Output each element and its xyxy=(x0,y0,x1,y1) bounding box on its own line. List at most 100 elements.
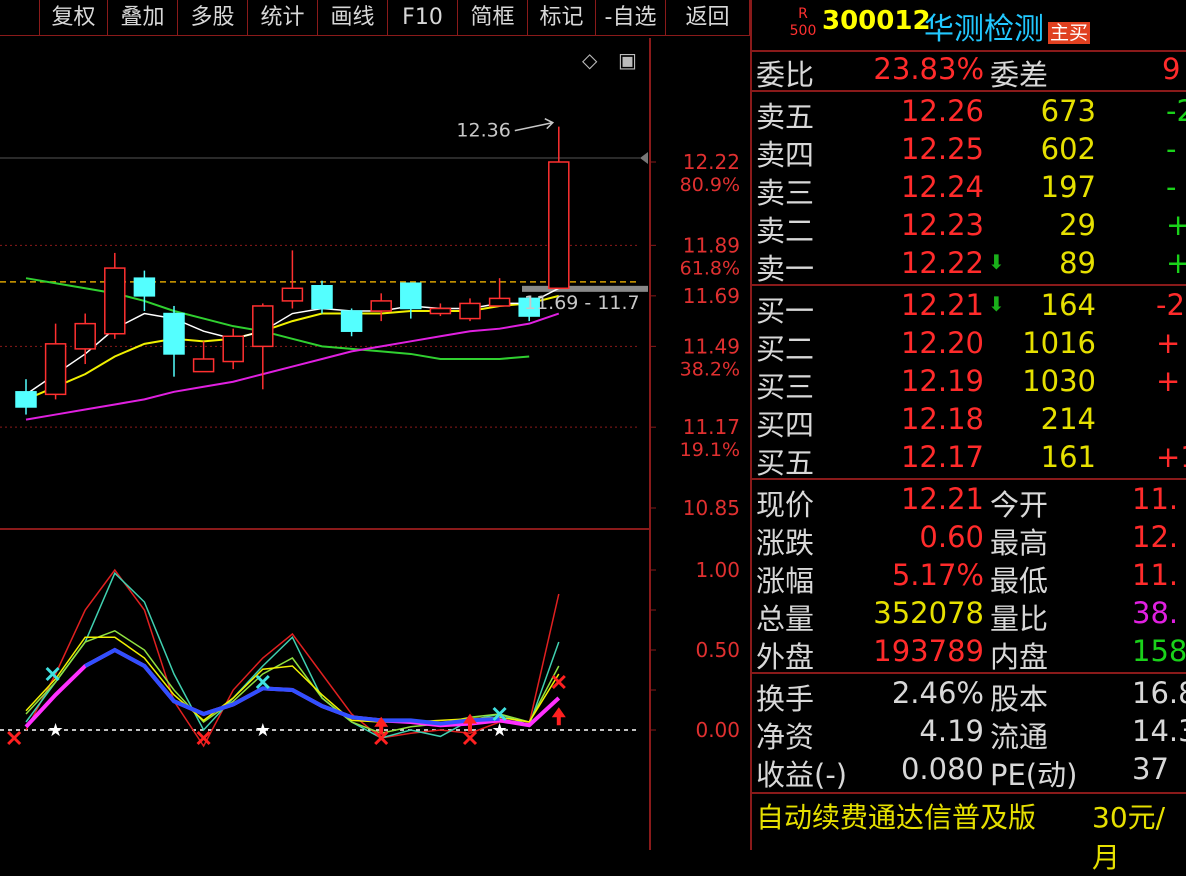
indicator-chart[interactable]: 1.00 0.50 0.00 ★ ★ ★ xyxy=(0,530,750,850)
down-arrow-icon: ⬇ xyxy=(988,292,1005,316)
stat-value: 0.080 xyxy=(900,752,984,786)
stat-value: 12.21 xyxy=(900,482,984,516)
sell-row[interactable]: 卖五 12.26 673 -2 xyxy=(752,94,1186,134)
stat-row[interactable]: 总量 352078 量比 38. xyxy=(752,596,1186,636)
sell-row[interactable]: 卖四 12.25 602 - xyxy=(752,132,1186,172)
order-volume: 197 xyxy=(1040,170,1096,204)
candle xyxy=(74,313,96,365)
candle-up xyxy=(252,305,274,348)
candle-up xyxy=(548,161,570,290)
stat-label: 现价 xyxy=(756,488,815,522)
buy-row[interactable]: 买四 12.18 214 xyxy=(752,402,1186,442)
stat-row[interactable]: 收益(-) 0.080 PE(动) 37 xyxy=(752,752,1186,792)
star-marker-icon: ★ xyxy=(255,720,271,741)
stat-row[interactable]: 现价 12.21 今开 11. xyxy=(752,482,1186,522)
chart-area[interactable]: ◇ ▣ 12.22 11.89 11.69 11.49 11.17 10.85 80.9% 6… xyxy=(0,38,750,850)
stat-label-2: 内盘 xyxy=(990,640,1049,674)
price-axis-label: 11.89 xyxy=(683,233,740,257)
price-axis-label: 11.17 xyxy=(683,415,740,439)
order-label: 卖五 xyxy=(756,100,815,134)
stat-value: 4.19 xyxy=(919,714,984,748)
stat-value-2: 12. xyxy=(1132,520,1179,554)
order-price: 12.26 xyxy=(900,94,984,128)
cross-marker-icon xyxy=(255,674,270,690)
stat-value-2: 38. xyxy=(1132,596,1179,630)
sell-row[interactable]: 卖二 12.23 29 + xyxy=(752,208,1186,248)
order-label: 卖四 xyxy=(756,138,815,172)
order-volume: 89 xyxy=(1059,246,1096,280)
divider xyxy=(752,90,1186,92)
toolbar-back-button[interactable]: 返回 xyxy=(666,0,750,36)
toolbar-jiankuang-button[interactable]: 简框 xyxy=(458,0,528,36)
fib-percent-label: 19.1% xyxy=(680,439,740,461)
candle-down xyxy=(133,277,156,297)
candle-up xyxy=(370,300,392,312)
order-price: 12.25 xyxy=(900,132,984,166)
order-label: 买三 xyxy=(756,370,815,404)
order-price: 12.17 xyxy=(900,440,984,474)
stat-row[interactable]: 外盘 193789内盘 1582 xyxy=(752,634,1186,674)
buy-row[interactable]: 买五 12.17 161 +1 xyxy=(752,440,1186,480)
stat-row[interactable]: 换手 2.46%股本 16.8 xyxy=(752,676,1186,716)
cross-marker-icon xyxy=(7,730,22,746)
order-volume: 1016 xyxy=(1022,326,1096,360)
stat-label: 涨幅 xyxy=(756,564,815,598)
renewal-ad-text[interactable]: 自动续费通达信普及版 xyxy=(756,796,1036,836)
toolbar-biaoji-button[interactable]: 标记 xyxy=(528,0,596,36)
stat-row[interactable]: 净资 4.19流通 14.3 xyxy=(752,714,1186,754)
buy-row[interactable]: 买三 12.19 1030 + xyxy=(752,364,1186,404)
kline-chart[interactable]: 12.22 11.89 11.69 11.49 11.17 10.85 80.9% 61.8%… xyxy=(0,38,750,530)
stat-label: 总量 xyxy=(756,602,815,636)
toolbar-huaxian-button[interactable]: 画线 xyxy=(318,0,388,36)
candle-up xyxy=(488,297,511,307)
main-buy-badge: 主买 xyxy=(1048,22,1091,44)
yellow-indicator-line xyxy=(25,636,560,723)
buy-row[interactable]: 买二 12.20 1016 + xyxy=(752,326,1186,366)
candle xyxy=(281,250,304,309)
quote-panel: R 500 300012 华测检测 主买 委比 23.83% 委差 9 卖五 12… xyxy=(750,0,1186,874)
stat-row[interactable]: 涨跌 0.60 最高 12. xyxy=(752,520,1186,560)
order-label: 卖二 xyxy=(756,214,815,248)
price-axis-label: 10.85 xyxy=(683,496,740,520)
candle-down xyxy=(340,310,363,332)
renewal-ad-price[interactable]: 30元/月 xyxy=(1092,796,1186,876)
divider xyxy=(752,478,1186,480)
stat-value: 193789 xyxy=(873,634,984,668)
candle xyxy=(340,308,363,337)
candle xyxy=(133,270,156,312)
stat-value-2: 14.3 xyxy=(1132,714,1186,748)
weicha-label: 委差 xyxy=(990,58,1049,92)
candle xyxy=(15,379,37,415)
order-change: -2 xyxy=(1156,288,1185,322)
stat-label-2: 流通 xyxy=(990,720,1049,754)
stat-label: 收益(-) xyxy=(756,758,848,792)
buy-row[interactable]: 买一 12.21 164 -2 xyxy=(752,288,1186,328)
toolbar-zixuan-button[interactable]: -自选 xyxy=(596,0,666,36)
toolbar-tongji-button[interactable]: 统计 xyxy=(248,0,318,36)
toolbar-duogu-button[interactable]: 多股 xyxy=(178,0,248,36)
candle-up xyxy=(104,267,126,335)
sell-row[interactable]: 卖一 12.22 89 + xyxy=(752,246,1186,286)
weicha-value: 9 xyxy=(1162,52,1181,86)
toolbar-diejia-button[interactable]: 叠加 xyxy=(108,0,178,36)
order-price: 12.19 xyxy=(900,364,984,398)
toolbar: 复权 叠加 多股 统计 画线 F10 简框 标记 -自选 返回 xyxy=(0,0,750,38)
stat-value: 2.46% xyxy=(891,676,984,710)
down-arrow-icon: ⬇ xyxy=(988,250,1005,274)
star-marker-icon: ★ xyxy=(492,720,508,741)
fib-percent-label: 80.9% xyxy=(680,174,740,196)
order-volume: 29 xyxy=(1059,208,1096,242)
toolbar-fuquan-button[interactable]: 复权 xyxy=(40,0,108,36)
order-price: 12.18 xyxy=(900,402,984,436)
stat-label-2: 最高 xyxy=(990,526,1049,560)
order-change: -2 xyxy=(1166,94,1186,128)
candle-up xyxy=(192,358,215,373)
stat-label: 外盘 xyxy=(756,640,815,674)
stat-row[interactable]: 涨幅 5.17% 最低 11. xyxy=(752,558,1186,598)
toolbar-f10-button[interactable]: F10 xyxy=(388,0,458,36)
order-change: +1 xyxy=(1156,440,1186,474)
range-label: 11.69 - 11.7 xyxy=(524,292,640,314)
stat-label: 换手 xyxy=(756,682,815,716)
candle xyxy=(222,328,244,370)
sell-row[interactable]: 卖三 12.24 197 - xyxy=(752,170,1186,210)
